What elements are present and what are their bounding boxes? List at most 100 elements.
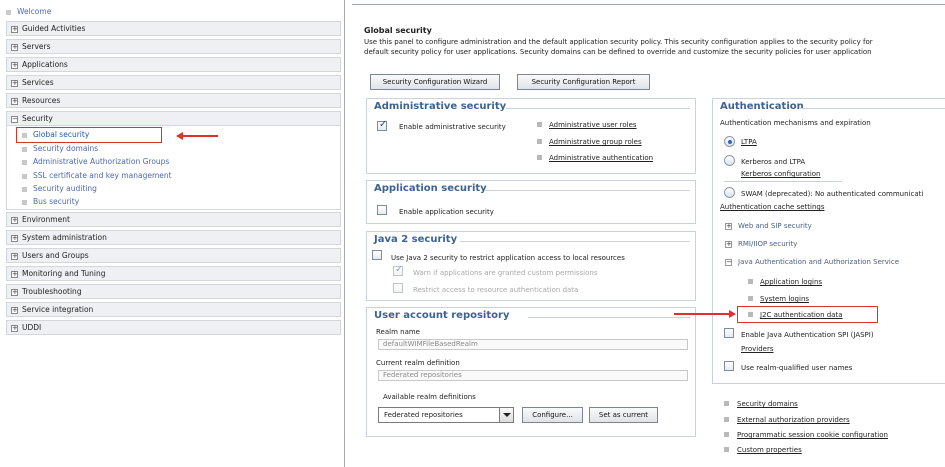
highlight-box xyxy=(737,306,878,323)
expand-icon[interactable]: + xyxy=(11,43,18,51)
warn-custom-permissions-label: Warn if applications are granted custom … xyxy=(413,269,598,277)
expand-icon[interactable]: + xyxy=(11,216,18,224)
auth-mechanisms-label: Authentication mechanisms and expiration xyxy=(720,119,871,127)
current-realm-label: Current realm definition xyxy=(376,359,460,367)
nav-section-troubleshooting[interactable]: + Troubleshooting xyxy=(6,284,341,299)
bullet-icon xyxy=(724,401,729,406)
bullet-icon xyxy=(748,296,753,301)
bullet-icon xyxy=(724,447,729,452)
page-title: Global security xyxy=(364,26,432,35)
nav-section-system-administration[interactable]: + System administration xyxy=(6,230,341,245)
nav-section-guided-activities[interactable]: + Guided Activities xyxy=(6,21,341,36)
admin-authentication-link[interactable]: Administrative authentication xyxy=(549,154,653,162)
bullet-icon xyxy=(22,199,27,205)
enable-admin-security-checkbox[interactable] xyxy=(377,119,387,131)
ltpa-link[interactable]: LTPA xyxy=(741,138,757,146)
enable-app-security-checkbox[interactable] xyxy=(377,205,387,215)
highlight-arrow xyxy=(182,135,218,137)
restrict-auth-data-checkbox[interactable] xyxy=(393,283,403,293)
navigation-tree: Welcome + Guided Activities + Servers + App… xyxy=(0,0,344,467)
java2-security-checkbox[interactable] xyxy=(372,250,382,260)
nav-item-bus-security[interactable]: Bus security xyxy=(22,197,79,206)
nav-section-uddi[interactable]: + UDDI xyxy=(6,320,341,335)
expand-icon[interactable]: + xyxy=(725,241,732,248)
available-realms-select[interactable]: Federated repositories xyxy=(378,407,514,423)
realm-qualified-checkbox[interactable] xyxy=(724,361,734,371)
security-config-wizard-button[interactable]: Security Configuration Wizard xyxy=(370,74,500,90)
nav-section-service-integration[interactable]: + Service integration xyxy=(6,302,341,317)
current-realm-field[interactable]: Federated repositories xyxy=(378,370,688,381)
collapse-icon[interactable]: − xyxy=(725,259,732,266)
nav-welcome-link[interactable]: Welcome xyxy=(6,7,51,16)
providers-link[interactable]: Providers xyxy=(741,345,773,353)
frame-divider[interactable] xyxy=(344,0,345,467)
expand-icon[interactable]: + xyxy=(11,79,18,87)
system-logins-link[interactable]: System logins xyxy=(760,295,809,303)
application-logins-link[interactable]: Application logins xyxy=(760,278,822,286)
rmi-iiop-security-item[interactable]: RMI/IIOP security xyxy=(738,240,797,248)
nav-section-applications[interactable]: + Applications xyxy=(6,57,341,72)
admin-group-roles-link[interactable]: Administrative group roles xyxy=(549,138,642,146)
configure-button[interactable]: Configure... xyxy=(522,407,583,423)
chevron-down-icon[interactable] xyxy=(499,408,513,422)
collapse-icon[interactable]: − xyxy=(11,115,18,123)
expand-icon[interactable]: + xyxy=(11,61,18,69)
bullet-icon xyxy=(22,159,27,165)
jaas-item[interactable]: Java Authentication and Authorization Se… xyxy=(738,258,899,266)
auth-cache-settings-link[interactable]: Authentication cache settings xyxy=(720,203,824,211)
realm-name-field[interactable]: defaultWIMFileBasedRealm xyxy=(378,339,688,350)
bullet-icon xyxy=(724,417,729,422)
web-sip-security-item[interactable]: Web and SIP security xyxy=(738,222,812,230)
enable-admin-security-label: Enable administrative security xyxy=(399,123,506,131)
kerberos-config-link[interactable]: Kerberos configuration xyxy=(741,170,821,178)
nav-section-environment[interactable]: + Environment xyxy=(6,212,341,227)
divider xyxy=(506,108,690,109)
nav-item-admin-authorization-groups[interactable]: Administrative Authorization Groups xyxy=(22,157,169,166)
expand-icon[interactable]: + xyxy=(11,234,18,242)
swam-radio[interactable] xyxy=(724,187,735,198)
bullet-icon xyxy=(724,432,729,437)
realm-name-label: Realm name xyxy=(376,328,420,336)
expand-icon[interactable]: + xyxy=(11,270,18,278)
nav-section-users-groups[interactable]: + Users and Groups xyxy=(6,248,341,263)
expand-icon[interactable]: + xyxy=(11,306,18,314)
nav-section-servers[interactable]: + Servers xyxy=(6,39,341,54)
expand-icon[interactable]: + xyxy=(11,25,18,33)
nav-section-monitoring[interactable]: + Monitoring and Tuning xyxy=(6,266,341,281)
nav-section-services[interactable]: + Services xyxy=(6,75,341,90)
expand-icon[interactable]: + xyxy=(11,324,18,332)
expand-icon[interactable]: + xyxy=(11,288,18,296)
java2-security-title: Java 2 security xyxy=(374,234,458,245)
jaspi-checkbox[interactable] xyxy=(724,328,734,338)
expand-icon[interactable]: + xyxy=(11,252,18,260)
arrow-head-icon xyxy=(176,131,183,140)
set-as-current-button[interactable]: Set as current xyxy=(589,407,658,423)
divider xyxy=(800,108,945,109)
admin-security-title: Administrative security xyxy=(374,101,507,112)
highlight-box xyxy=(16,127,162,143)
custom-properties-link[interactable]: Custom properties xyxy=(737,446,802,454)
restrict-auth-data-label: Restrict access to resource authenticati… xyxy=(413,286,579,294)
nav-item-security-auditing[interactable]: Security auditing xyxy=(22,184,97,193)
authentication-title: Authentication xyxy=(720,101,804,112)
top-rule xyxy=(352,4,945,5)
nav-section-resources[interactable]: + Resources xyxy=(6,93,341,108)
kerberos-ltpa-radio[interactable] xyxy=(724,155,735,166)
available-realms-label: Available realm definitions xyxy=(383,393,476,401)
divider xyxy=(460,241,690,242)
nav-section-security[interactable]: − Security xyxy=(6,111,341,126)
nav-item-security-domains[interactable]: Security domains xyxy=(22,144,98,153)
ltpa-radio[interactable] xyxy=(724,136,735,147)
nav-item-ssl-certificate[interactable]: SSL certificate and key management xyxy=(22,171,172,180)
programmatic-session-cookie-link[interactable]: Programmatic session cookie configuratio… xyxy=(737,431,888,439)
bullet-icon xyxy=(537,122,542,127)
warn-custom-permissions-checkbox[interactable] xyxy=(393,264,403,276)
security-domains-link[interactable]: Security domains xyxy=(737,400,798,408)
expand-icon[interactable]: + xyxy=(725,223,732,230)
external-authz-providers-link[interactable]: External authorization providers xyxy=(737,416,850,424)
expand-icon[interactable]: + xyxy=(11,97,18,105)
app-security-title: Application security xyxy=(374,183,487,194)
security-config-report-button[interactable]: Security Configuration Report xyxy=(517,74,650,90)
swam-label: SWAM (deprecated): No authenticated comm… xyxy=(741,190,924,198)
admin-user-roles-link[interactable]: Administrative user roles xyxy=(549,121,637,129)
